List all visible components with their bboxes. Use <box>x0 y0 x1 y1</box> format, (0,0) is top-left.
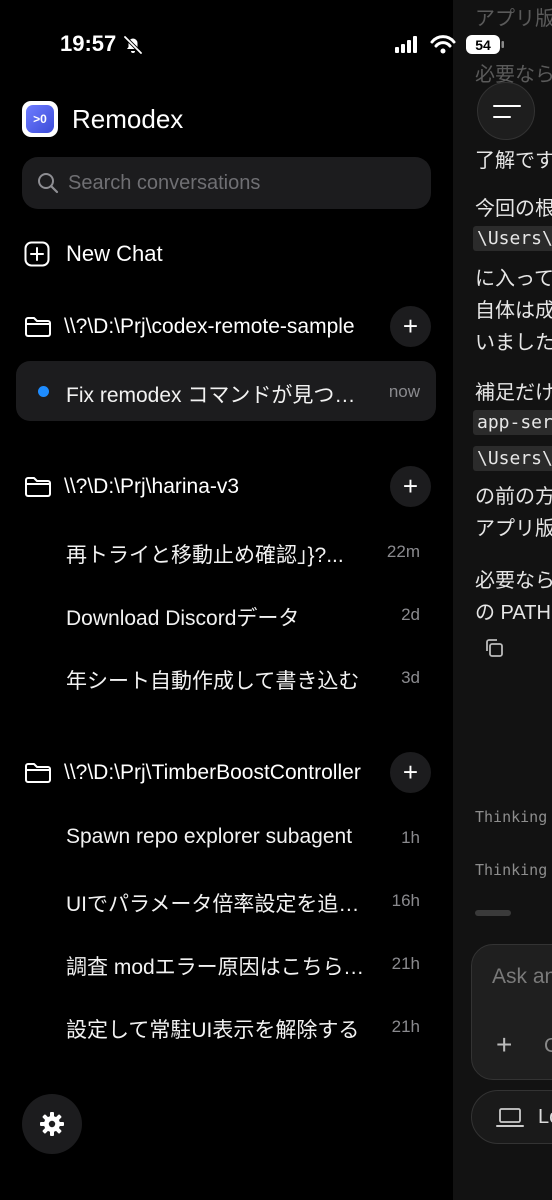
menu-icon-line <box>493 116 511 118</box>
chat-text: 補足だけ <box>475 382 552 404</box>
wifi-icon <box>430 35 456 54</box>
chat-text: いました <box>475 332 552 354</box>
chat-text: の PATH <box>475 602 551 624</box>
chat-code: \Users\ <box>473 446 552 471</box>
project-header[interactable]: \\?\D:\Prj\TimberBoostController + <box>22 751 442 795</box>
copy-icon[interactable] <box>483 637 505 659</box>
app-logo: >0 <box>22 101 58 137</box>
chat-panel: アプリ版 必要なら 了解です 今回の根 \Users\ に入って 自体は成 いま… <box>453 0 552 1200</box>
new-chat-button[interactable]: New Chat <box>22 232 442 276</box>
chat-item[interactable]: UIでパラメータ倍率設定を追加する 16h <box>16 870 436 930</box>
chat-item[interactable]: 再トライと移動止め確認」}?... 22m <box>16 521 436 581</box>
gear-icon <box>40 1112 64 1136</box>
chat-text: 自体は成 <box>475 300 552 322</box>
chat-item[interactable]: Fix remodex コマンドが見つからない now <box>16 361 436 421</box>
add-chat-button[interactable]: + <box>390 752 431 793</box>
chat-title: Fix remodex コマンドが見つからない <box>66 384 374 407</box>
settings-button[interactable] <box>22 1094 82 1154</box>
project-path: \\?\D:\Prj\codex-remote-sample <box>64 315 355 338</box>
chat-title: Spawn repo explorer subagent <box>66 825 353 848</box>
chat-text: 必要なら <box>475 570 552 592</box>
chat-text: アプリ版 <box>475 518 552 540</box>
chat-time: 3d <box>401 668 420 687</box>
bell-slash-icon <box>123 35 143 55</box>
thinking-label: Thinking <box>475 808 548 826</box>
unread-dot <box>38 386 49 397</box>
project-header[interactable]: \\?\D:\Prj\harina-v3 + <box>22 465 442 509</box>
chat-text: 今回の根 <box>475 198 552 220</box>
chat-time: 22m <box>386 542 420 561</box>
chat-title: 調査 modエラー原因はこちらです <box>66 956 374 979</box>
project-path: \\?\D:\Prj\TimberBoostController <box>64 761 361 784</box>
plus-square-icon <box>24 241 50 267</box>
plus-icon: + <box>402 757 419 787</box>
composer[interactable]: Ask an + C <box>471 944 552 1080</box>
search-input[interactable] <box>68 167 408 199</box>
folder-icon <box>25 477 51 497</box>
chat-title: 年シート自動作成して書き込む <box>66 670 360 693</box>
chat-item[interactable]: 年シート自動作成して書き込む 3d <box>16 647 436 707</box>
project-path: \\?\D:\Prj\harina-v3 <box>64 475 240 498</box>
menu-icon <box>493 105 521 107</box>
search-bar[interactable] <box>22 157 431 209</box>
chat-time: 21h <box>391 1017 420 1036</box>
chat-code: \Users\ <box>473 226 552 251</box>
cellular-signal-icon <box>395 36 417 53</box>
chat-title: Download Discordデータ <box>66 607 300 630</box>
app-title: Remodex <box>72 104 184 134</box>
add-chat-button[interactable]: + <box>390 306 431 347</box>
local-runtime-button[interactable]: Lo <box>471 1090 552 1144</box>
attach-plus-icon[interactable]: + <box>496 1031 512 1059</box>
app-logo-mark: >0 <box>26 105 54 133</box>
add-chat-button[interactable]: + <box>390 466 431 507</box>
composer-option[interactable]: C <box>544 1035 552 1058</box>
chat-title: 設定して常駐UI表示を解除する <box>66 1019 360 1042</box>
chat-time: 21h <box>391 954 420 973</box>
chat-text: の前の方 <box>475 486 552 508</box>
chat-item[interactable]: 調査 modエラー原因はこちらです 21h <box>16 933 436 993</box>
search-icon <box>38 173 59 194</box>
scroll-indicator <box>475 910 511 916</box>
chat-item[interactable]: Download Discordデータ 2d <box>16 584 436 644</box>
chat-item[interactable]: 設定して常駐UI表示を解除する 21h <box>16 996 436 1056</box>
chat-time: now <box>388 382 420 401</box>
chat-item[interactable]: Spawn repo explorer subagent 1h <box>16 807 436 867</box>
new-chat-label: New Chat <box>66 241 163 266</box>
folder-icon <box>25 317 51 337</box>
laptop-icon <box>496 1108 524 1127</box>
battery-level: 54 <box>475 37 491 53</box>
chat-menu-button[interactable] <box>477 82 535 140</box>
local-runtime-label: Lo <box>538 1106 552 1128</box>
chat-code: app-ser <box>473 410 552 435</box>
chat-text: に入って <box>475 268 552 290</box>
project-header[interactable]: \\?\D:\Prj\codex-remote-sample + <box>22 305 442 349</box>
chat-time: 1h <box>401 828 420 847</box>
chat-time: 2d <box>401 605 420 624</box>
chat-text: 了解です <box>475 150 552 172</box>
plus-icon: + <box>402 311 419 341</box>
thinking-label: Thinking <box>475 861 548 879</box>
sidebar-drawer: 19:57 54 >0 Remodex Search conversations… <box>0 0 504 1200</box>
plus-icon: + <box>402 471 419 501</box>
chat-title: UIでパラメータ倍率設定を追加する <box>66 893 374 916</box>
composer-input[interactable]: Ask an <box>492 965 552 989</box>
status-time: 19:57 <box>60 31 117 56</box>
folder-icon <box>25 763 51 783</box>
chat-time: 16h <box>391 891 420 910</box>
chat-text: アプリ版 <box>475 8 552 30</box>
chat-title: 再トライと移動止め確認」}?... <box>66 544 344 567</box>
